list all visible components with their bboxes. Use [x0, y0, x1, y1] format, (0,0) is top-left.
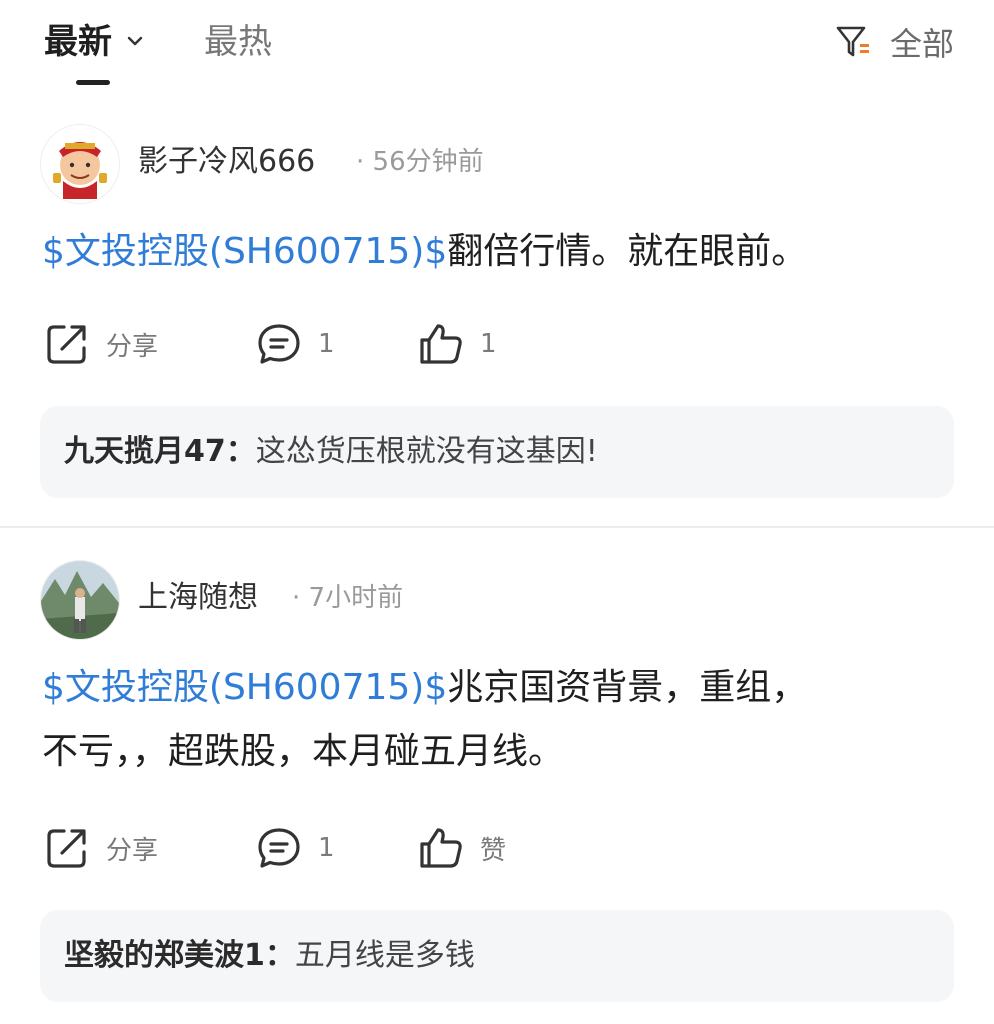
tab-hot[interactable]: 最热	[204, 18, 272, 66]
post-content: $文投控股(SH600715)$翻倍行情。就在眼前。	[42, 220, 954, 284]
post-content-line-1: $文投控股(SH600715)$兆京国资背景，重组，	[42, 656, 954, 720]
tab-latest[interactable]: 最新	[44, 18, 112, 66]
post-time: · 56分钟前	[356, 147, 484, 177]
commenter-name: 九天揽月47：	[64, 434, 256, 469]
post-content: $文投控股(SH600715)$兆京国资背景，重组， 不亏，，超跌股，本月碰五月…	[42, 656, 954, 784]
feed-tabs: 最新 最热 全部	[0, 0, 994, 100]
post-actions: 分享 1 赞	[40, 824, 940, 872]
top-comment[interactable]: 坚毅的郑美波1：五月线是多钱	[40, 910, 954, 1002]
chevron-down-icon[interactable]	[126, 34, 144, 48]
comment-text-row: 九天揽月47：这怂货压根就没有这基因!	[64, 430, 598, 474]
share-label: 分享	[106, 835, 159, 866]
like-count: 1	[480, 329, 497, 359]
share-button[interactable]: 分享	[44, 320, 158, 368]
commenter-name: 坚毅的郑美波1：	[64, 938, 295, 973]
post-time: · 7小时前	[292, 583, 404, 613]
top-comment[interactable]: 九天揽月47：这怂货压根就没有这基因!	[40, 406, 954, 498]
divider	[0, 526, 994, 528]
share-label: 分享	[106, 331, 159, 362]
share-button[interactable]: 分享	[44, 824, 158, 872]
stock-link[interactable]: $文投控股(SH600715)$	[42, 231, 447, 272]
comment-text-row: 坚毅的郑美波1：五月线是多钱	[64, 934, 475, 978]
thumbs-up-icon	[420, 324, 462, 364]
filter-label: 全部	[889, 25, 954, 63]
active-tab-indicator	[76, 80, 110, 85]
post-actions: 分享 1 1	[40, 320, 940, 368]
comment-icon	[258, 324, 300, 364]
author-name[interactable]: 影子冷风666	[138, 140, 315, 184]
comment-count: 1	[318, 833, 335, 863]
share-icon	[47, 829, 86, 868]
avatar[interactable]	[40, 560, 120, 640]
post-text-line-2: 不亏，，超跌股，本月碰五月线。	[42, 731, 565, 772]
comment-body: 这怂货压根就没有这基因!	[255, 434, 598, 469]
comment-count: 1	[318, 329, 335, 359]
post-text: 兆京国资背景，重组，	[447, 667, 808, 708]
like-button[interactable]: 赞	[418, 824, 506, 872]
comment-button[interactable]: 1	[256, 824, 335, 872]
like-label: 赞	[480, 835, 507, 866]
post-text: 翻倍行情。就在眼前。	[447, 231, 808, 272]
filter-icon	[836, 26, 869, 57]
share-icon	[47, 325, 86, 364]
comment-icon	[258, 828, 300, 868]
avatar[interactable]	[40, 124, 120, 204]
stock-link[interactable]: $文投控股(SH600715)$	[42, 667, 447, 708]
author-name[interactable]: 上海随想	[138, 576, 258, 620]
comment-body: 五月线是多钱	[294, 938, 475, 973]
thumbs-up-icon	[420, 828, 462, 868]
filter-button[interactable]: 全部	[834, 18, 954, 66]
comment-button[interactable]: 1	[256, 320, 335, 368]
like-button[interactable]: 1	[418, 320, 497, 368]
